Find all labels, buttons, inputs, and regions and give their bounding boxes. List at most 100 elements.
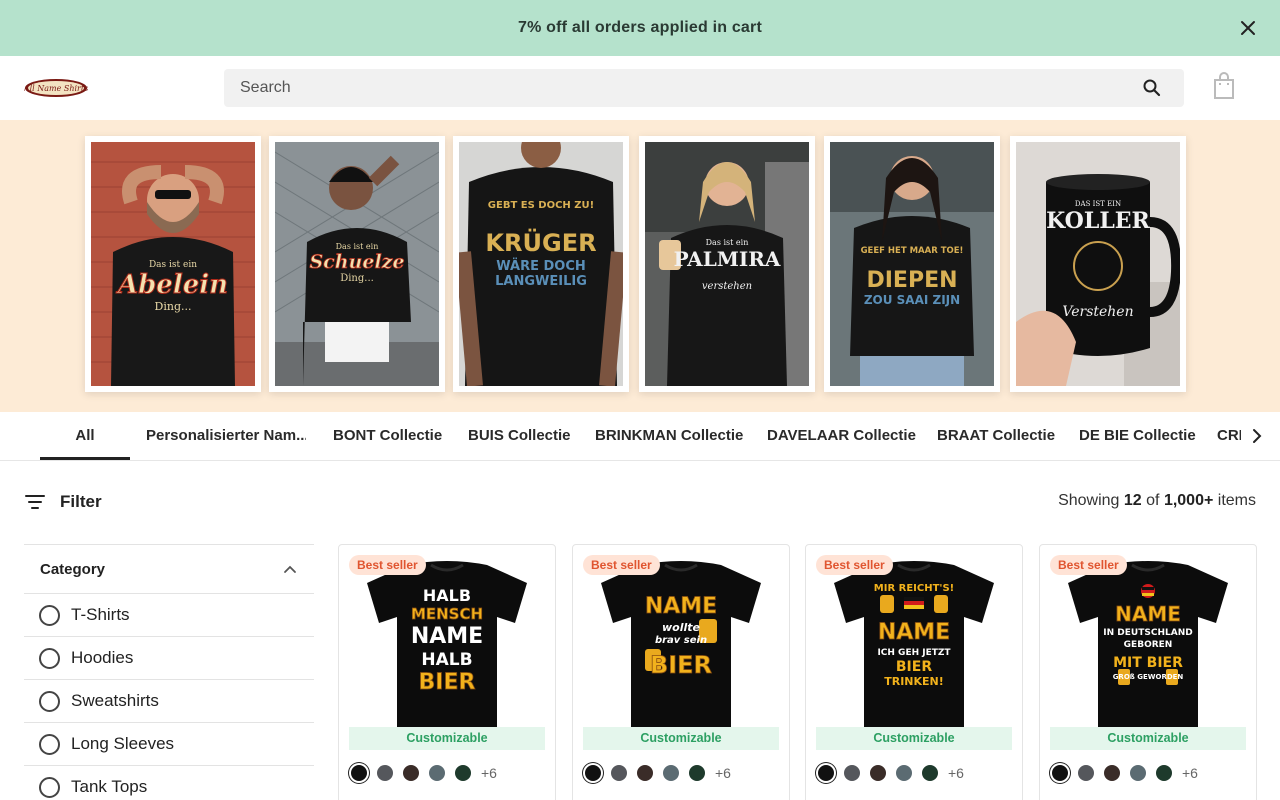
product-card[interactable]: Best seller NAME wollte brav sein BIER C… (572, 544, 790, 800)
product-image[interactable]: MIR REICHT'S! NAME ICH GEH JETZT BIER TR… (816, 557, 1012, 727)
more-colors[interactable]: +6 (481, 765, 497, 781)
color-swatch[interactable] (689, 765, 705, 781)
announcement-bar: 7% off all orders applied in cart (0, 0, 1280, 56)
tab-brinkman[interactable]: BRINKMAN Collectie (595, 412, 743, 460)
category-label: Long Sleeves (71, 734, 175, 753)
color-swatch[interactable] (585, 765, 601, 781)
color-swatch[interactable] (896, 765, 912, 781)
color-swatch[interactable] (1130, 765, 1146, 781)
color-swatch[interactable] (429, 765, 445, 781)
print-line: MIR REICHT'S! (874, 583, 954, 594)
chevron-up-icon (284, 565, 296, 573)
print-line: Das ist ein (335, 242, 379, 251)
product-image[interactable]: HALB MENSCH NAME HALB BIER (349, 557, 545, 727)
banner-photo[interactable]: Das ist ein Schuelze Ding... (269, 136, 445, 392)
tab-davelaar[interactable]: DAVELAAR Collectie (767, 412, 916, 460)
print-name: Abelein (117, 270, 229, 301)
category-item-tank-tops[interactable]: Tank Tops (24, 766, 314, 800)
print-line: BIER (896, 659, 932, 675)
radio-button[interactable] (39, 647, 60, 669)
color-swatch[interactable] (1078, 765, 1094, 781)
category-label: Hoodies (71, 648, 134, 667)
color-swatch[interactable] (455, 765, 471, 781)
category-header[interactable]: Category (24, 544, 314, 594)
color-swatch[interactable] (818, 765, 834, 781)
radio-button[interactable] (39, 733, 60, 755)
print-line: NAME (411, 624, 483, 649)
print-line: GEBT ES DOCH ZU! (487, 200, 595, 211)
color-swatches: +6 (351, 765, 497, 781)
color-swatch[interactable] (663, 765, 679, 781)
color-swatch[interactable] (1104, 765, 1120, 781)
color-swatch[interactable] (922, 765, 938, 781)
tab-bont[interactable]: BONT Collectie (333, 412, 442, 460)
banner-photo[interactable]: DAS IST EIN KOLLER Verstehen (1010, 136, 1186, 392)
customizable-label: Customizable (349, 727, 545, 750)
product-card[interactable]: Best seller NAME IN DEUTSCHLAND GEBOREN … (1039, 544, 1257, 800)
best-seller-badge: Best seller (583, 555, 660, 575)
print-line: NAME (1115, 602, 1181, 626)
print-line: DAS IST EIN (1074, 200, 1122, 208)
banner-photo[interactable]: Das ist ein PALMIRA verstehen (639, 136, 815, 392)
color-swatch[interactable] (403, 765, 419, 781)
filter-button[interactable]: Filter (24, 490, 102, 514)
search-icon[interactable] (1142, 78, 1162, 98)
category-title: Category (40, 560, 106, 578)
best-seller-badge: Best seller (816, 555, 893, 575)
banner-photo[interactable]: GEBT ES DOCH ZU! KRÜGER WÄRE DOCH LANGWE… (453, 136, 629, 392)
tab-buis[interactable]: BUIS Collectie (468, 412, 571, 460)
close-icon[interactable] (1238, 18, 1258, 38)
tab-de-bie[interactable]: DE BIE Collectie (1079, 412, 1196, 460)
shopping-bag-icon[interactable] (1212, 72, 1236, 100)
filter-label: Filter (60, 492, 102, 511)
hero-banner: Das ist ein Abelein Ding... Das ist ein … (0, 120, 1280, 412)
product-card[interactable]: Best seller HALB MENSCH NAME HALB BIER C… (338, 544, 556, 800)
site-logo[interactable]: All Name Shirts (24, 76, 88, 100)
product-card[interactable]: Best seller MIR REICHT'S! NAME ICH GEH J… (805, 544, 1023, 800)
print-line: NAME (878, 620, 950, 645)
showing-prefix: Showing (1058, 492, 1124, 509)
site-header: All Name Shirts (0, 56, 1280, 120)
radio-button[interactable] (39, 690, 60, 712)
more-colors[interactable]: +6 (1182, 765, 1198, 781)
print-line: WÄRE DOCH LANGWEILIG (495, 259, 587, 289)
print-name: KOLLER (1046, 208, 1150, 234)
tab-all[interactable]: All (40, 412, 130, 460)
color-swatch[interactable] (611, 765, 627, 781)
color-swatch[interactable] (377, 765, 393, 781)
color-swatch[interactable] (870, 765, 886, 781)
product-image[interactable]: NAME wollte brav sein BIER (583, 557, 779, 727)
search-input[interactable] (224, 69, 1142, 107)
results-count: Showing 12 of 1,000+ items (1058, 492, 1256, 510)
color-swatch[interactable] (637, 765, 653, 781)
announcement-text: 7% off all orders applied in cart (518, 19, 762, 36)
color-swatch[interactable] (1052, 765, 1068, 781)
banner-photo[interactable]: GEEF HET MAAR TOE! DIEPEN ZOU SAAI ZIJN (824, 136, 1000, 392)
radio-button[interactable] (39, 776, 60, 798)
tab-braat[interactable]: BRAAT Collectie (937, 412, 1055, 460)
color-swatch[interactable] (351, 765, 367, 781)
banner-photo[interactable]: Das ist ein Abelein Ding... (85, 136, 261, 392)
print-line: wollte (662, 621, 701, 634)
color-swatch[interactable] (1156, 765, 1172, 781)
more-colors[interactable]: +6 (948, 765, 964, 781)
category-item-long-sleeves[interactable]: Long Sleeves (24, 723, 314, 766)
customizable-label: Customizable (583, 727, 779, 750)
chevron-right-icon[interactable] (1248, 427, 1266, 445)
product-image[interactable]: NAME IN DEUTSCHLAND GEBOREN MIT BIER GRO… (1050, 557, 1246, 727)
more-colors[interactable]: +6 (715, 765, 731, 781)
category-item-sweatshirts[interactable]: Sweatshirts (24, 680, 314, 723)
customizable-label: Customizable (816, 727, 1012, 750)
tab-personalisierter[interactable]: Personalisierter Nam... (146, 412, 306, 460)
print-line: Das ist ein (705, 238, 749, 247)
category-item-hoodies[interactable]: Hoodies (24, 637, 314, 680)
radio-button[interactable] (39, 604, 60, 626)
customizable-label: Customizable (1050, 727, 1246, 750)
tab-cri[interactable]: CRI (1217, 412, 1241, 460)
showing-mid: of (1141, 492, 1164, 509)
showing-count: 12 (1123, 492, 1142, 509)
color-swatch[interactable] (844, 765, 860, 781)
print-line: BIER (419, 670, 476, 695)
print-name: KRÜGER (485, 229, 597, 257)
category-item-t-shirts[interactable]: T-Shirts (24, 594, 314, 637)
